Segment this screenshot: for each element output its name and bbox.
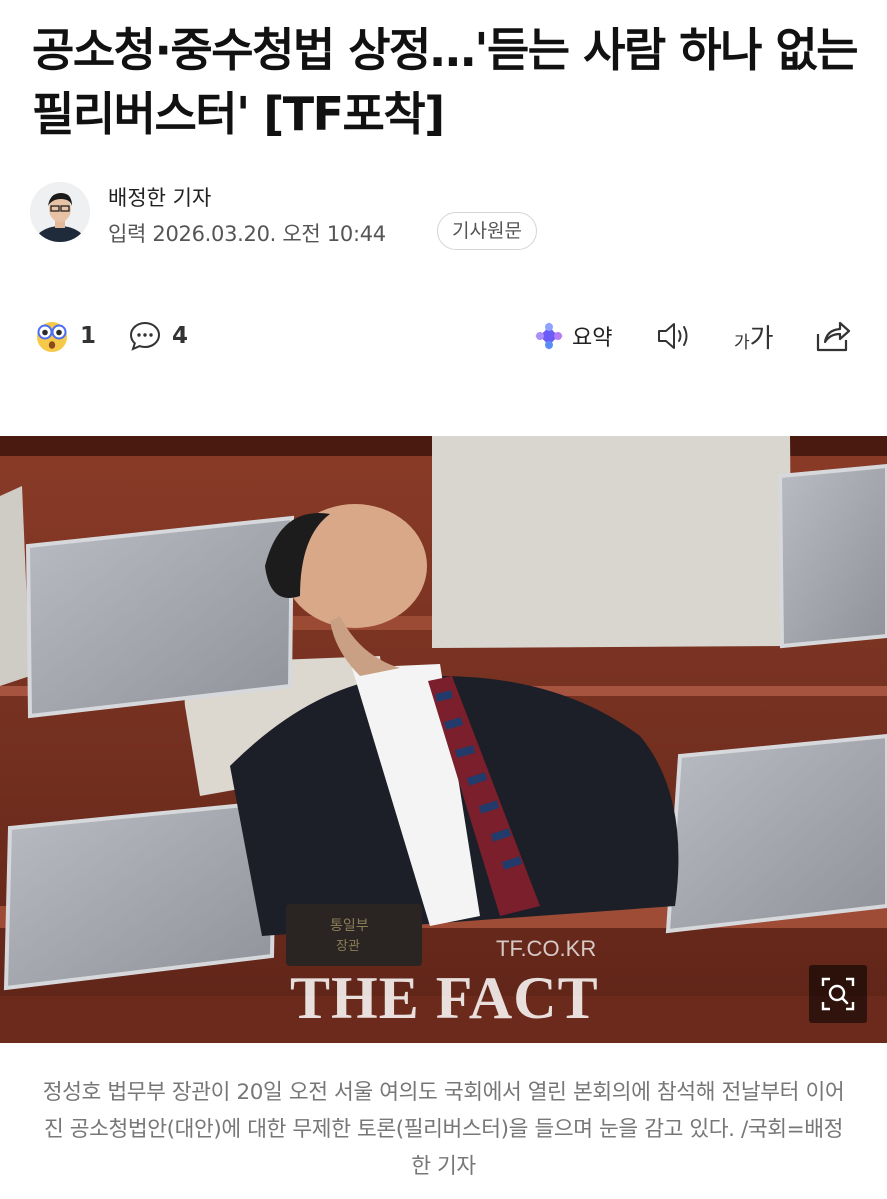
summary-label: 요약 xyxy=(572,326,613,351)
reporter-avatar[interactable] xyxy=(30,182,90,242)
reaction-button[interactable]: 1 xyxy=(34,312,96,360)
reporter-name[interactable]: 배정한 기자 xyxy=(108,182,211,212)
nameplate-line1: 통일부 xyxy=(330,918,369,934)
article-photo[interactable]: 통일부 장관 TF.CO.KR THE FACT xyxy=(0,436,887,1043)
zoom-magnifier-icon xyxy=(821,977,855,1011)
ai-sparkle-icon xyxy=(535,322,563,350)
article-headline: 공소청·중수청법 상정…'듣는 사람 하나 없는 필리버스터' [TF포착] xyxy=(32,23,859,141)
reporter-photo-icon xyxy=(30,182,90,242)
photo-zoom-button[interactable] xyxy=(809,965,867,1023)
comment-bubble-icon xyxy=(129,321,161,351)
watermark-brand: THE FACT xyxy=(290,965,599,1031)
font-size-small-label: 가 xyxy=(734,332,750,353)
nameplate-line2: 장관 xyxy=(336,939,360,954)
speaker-icon xyxy=(658,323,688,349)
font-size-button[interactable]: 가 가 xyxy=(734,312,774,360)
byline: 배정한 기자 입력 2026.03.20. 오전 10:44 기사원문 xyxy=(30,180,860,260)
published-timestamp: 입력 2026.03.20. 오전 10:44 xyxy=(108,222,386,246)
share-button[interactable] xyxy=(814,312,852,360)
summary-button[interactable]: 요약 xyxy=(532,312,612,360)
surprised-emoji-icon xyxy=(37,322,67,352)
text-to-speech-button[interactable] xyxy=(656,312,694,360)
comment-count: 4 xyxy=(172,323,189,349)
original-article-button[interactable]: 기사원문 xyxy=(437,212,537,250)
watermark-site: TF.CO.KR xyxy=(496,936,596,961)
article-toolbar: 1 4 요약 가 가 xyxy=(30,312,860,360)
comment-button[interactable]: 4 xyxy=(128,312,188,360)
photo-caption: 정성호 법무부 장관이 20일 오전 서울 여의도 국회에서 열린 본회의에 참… xyxy=(42,1080,845,1179)
share-icon xyxy=(816,321,851,352)
font-size-large-label: 가 xyxy=(749,323,774,354)
reaction-count: 1 xyxy=(80,323,97,349)
photo-illustration: 통일부 장관 TF.CO.KR THE FACT xyxy=(0,436,887,1043)
